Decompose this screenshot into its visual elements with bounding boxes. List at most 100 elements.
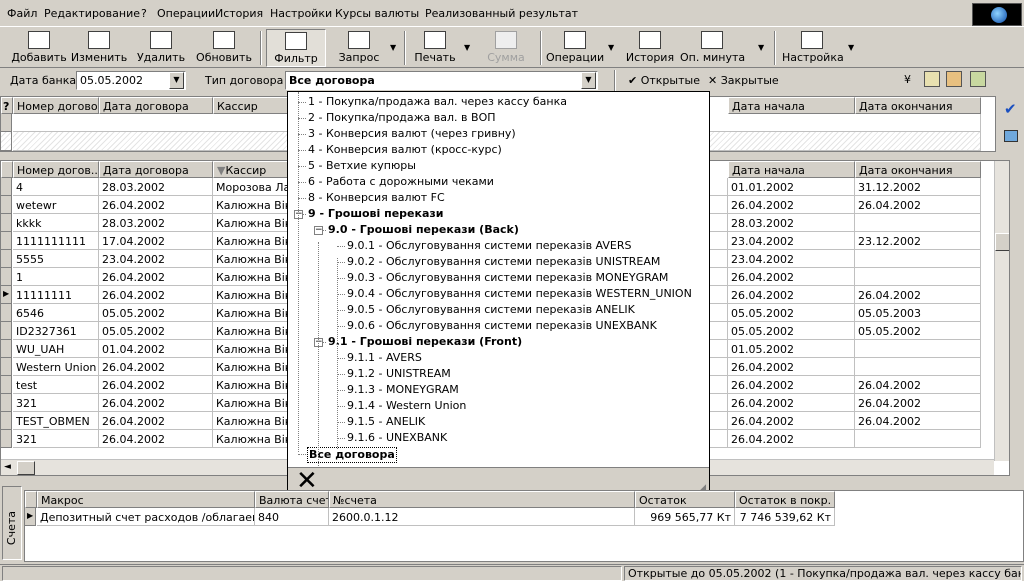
cell-contract-number[interactable]: 11111111 — [13, 286, 99, 304]
top-col-start-date[interactable]: Дата начала — [728, 97, 855, 114]
cell-start-date[interactable]: 26.04.2002 — [728, 286, 855, 304]
print-button[interactable]: Печать — [412, 29, 458, 67]
cell-contract-number[interactable]: TEST_OBMEN — [13, 412, 99, 430]
tree-node[interactable]: 9.1.4 - Western Union — [347, 399, 466, 413]
menu-edit[interactable]: Редактирование — [44, 7, 140, 20]
settings-button[interactable]: Настройка — [782, 29, 844, 67]
filter-button[interactable]: Фильтр — [266, 29, 326, 67]
cell-end-date[interactable] — [855, 340, 981, 358]
cell-start-date[interactable]: 26.04.2002 — [728, 268, 855, 286]
col-contract-number[interactable]: Номер догов... — [13, 161, 99, 178]
cell-contract-number[interactable]: 6546 — [13, 304, 99, 322]
tree-node[interactable]: 3 - Конверсия валют (через гривну) — [308, 127, 516, 141]
cell-end-date[interactable]: 23.12.2002 — [855, 232, 981, 250]
cell-end-date[interactable]: 26.04.2002 — [855, 376, 981, 394]
refresh-button[interactable]: Обновить — [195, 29, 253, 67]
tree-collapse-icon[interactable]: − — [314, 226, 323, 235]
scroll-left-icon[interactable]: ◄ — [4, 462, 11, 472]
tree-node[interactable]: 9.1.5 - ANELIK — [347, 415, 425, 429]
tree-node[interactable]: 2 - Покупка/продажа вал. в ВОП — [308, 111, 496, 125]
delete-button[interactable]: Удалить — [133, 29, 189, 67]
menu-operations[interactable]: Операции — [157, 7, 215, 20]
tree-node[interactable]: 9.0.1 - Обслуговування системи переказів… — [347, 239, 631, 253]
acc-cell-balance-cover[interactable]: 7 746 539,62 Кт — [735, 508, 835, 526]
cell-start-date[interactable]: 26.04.2002 — [728, 196, 855, 214]
clipboard-icon[interactable] — [970, 71, 986, 87]
tree-node[interactable]: 9.1.6 - UNEXBANK — [347, 431, 447, 445]
cell-contract-date[interactable]: 26.04.2002 — [99, 430, 213, 448]
tree-node[interactable]: 6 - Работа с дорожными чеками — [308, 175, 494, 189]
col-contract-date[interactable]: Дата договора — [99, 161, 213, 178]
cell-start-date[interactable]: 26.04.2002 — [728, 376, 855, 394]
tree-node[interactable]: 9.0 - Грошові перекази (Back) — [328, 223, 519, 237]
cell-contract-date[interactable]: 26.04.2002 — [99, 376, 213, 394]
cell-end-date[interactable] — [855, 214, 981, 232]
cell-contract-date[interactable]: 26.04.2002 — [99, 196, 213, 214]
top-col-contract-number[interactable]: Номер договора — [13, 97, 99, 114]
accounts-tab[interactable]: Счета — [2, 486, 22, 560]
acc-cell-macro[interactable]: Депозитный счет расходов /облагаемый/ — [37, 508, 255, 526]
tree-node[interactable]: 5 - Ветхие купюры — [308, 159, 416, 173]
apply-check-icon[interactable]: ✔ — [1004, 100, 1017, 118]
operations-dropdown-arrow[interactable]: ▼ — [608, 43, 614, 52]
tree-node[interactable]: 9.1.1 - AVERS — [347, 351, 422, 365]
cell-end-date[interactable]: 26.04.2002 — [855, 412, 981, 430]
edit-button[interactable]: Изменить — [70, 29, 128, 67]
collapse-icon[interactable]: ¥ — [904, 73, 911, 86]
menu-file[interactable]: Файл — [7, 7, 37, 20]
menu-realized-result[interactable]: Реализованный результат — [425, 7, 578, 20]
op-minute-button[interactable]: Оп. минута — [680, 29, 745, 67]
cell-contract-number[interactable]: 321 — [13, 430, 99, 448]
tree-node[interactable]: 9.0.6 - Обслуговування системи переказів… — [347, 319, 657, 333]
menu-history[interactable]: История — [215, 7, 263, 20]
acc-cell-currency[interactable]: 840 — [255, 508, 329, 526]
cell-contract-number[interactable]: 5555 — [13, 250, 99, 268]
cell-contract-date[interactable]: 26.04.2002 — [99, 394, 213, 412]
settings-dropdown-arrow[interactable]: ▼ — [848, 43, 854, 52]
top-col-end-date[interactable]: Дата окончания — [855, 97, 981, 114]
menu-settings[interactable]: Настройки — [270, 7, 332, 20]
closed-toggle[interactable]: ✕ Закрытые — [708, 74, 779, 87]
cell-contract-date[interactable]: 05.05.2002 — [99, 304, 213, 322]
tree-node[interactable]: 1 - Покупка/продажа вал. через кассу бан… — [308, 95, 567, 109]
tree-node[interactable]: 9 - Грошові перекази — [308, 207, 444, 221]
sum-button[interactable]: Сумма — [484, 29, 528, 67]
tree-node-all-contracts[interactable]: Все договора — [307, 447, 397, 463]
tree-node[interactable]: 9.0.4 - Обслуговування системи переказів… — [347, 287, 692, 301]
cell-contract-number[interactable]: 321 — [13, 394, 99, 412]
top-col-contract-date[interactable]: Дата договора — [99, 97, 213, 114]
col-start-date[interactable]: Дата начала — [728, 161, 855, 178]
operations-button[interactable]: Операции — [546, 29, 604, 67]
cell-contract-number[interactable]: 1111111111 — [13, 232, 99, 250]
tree-node[interactable]: 8 - Конверсия валют FC — [308, 191, 445, 205]
cell-start-date[interactable]: 26.04.2002 — [728, 394, 855, 412]
cell-contract-number[interactable]: kkkk — [13, 214, 99, 232]
eraser-icon[interactable] — [1004, 130, 1018, 142]
cell-contract-date[interactable]: 01.04.2002 — [99, 340, 213, 358]
vertical-scrollbar[interactable] — [994, 161, 1009, 461]
cell-end-date[interactable]: 26.04.2002 — [855, 394, 981, 412]
tree-node[interactable]: 9.0.5 - Обслуговування системи переказів… — [347, 303, 635, 317]
acc-col-currency[interactable]: Валюта счета — [255, 491, 329, 508]
cell-contract-date[interactable]: 26.04.2002 — [99, 412, 213, 430]
acc-col-balance-cover[interactable]: Остаток в покр. — [735, 491, 835, 508]
cell-start-date[interactable]: 05.05.2002 — [728, 304, 855, 322]
cell-contract-number[interactable]: 4 — [13, 178, 99, 196]
cell-start-date[interactable]: 23.04.2002 — [728, 232, 855, 250]
cell-end-date[interactable]: 26.04.2002 — [855, 286, 981, 304]
acc-cell-account-number[interactable]: 2600.0.1.12 — [329, 508, 635, 526]
cell-contract-number[interactable]: test — [13, 376, 99, 394]
tree-node[interactable]: 9.1.3 - MONEYGRAM — [347, 383, 459, 397]
cell-start-date[interactable]: 26.04.2002 — [728, 412, 855, 430]
print-dropdown-arrow[interactable]: ▼ — [464, 43, 470, 52]
tree-node[interactable]: 9.0.2 - Обслуговування системи переказів… — [347, 255, 660, 269]
cell-end-date[interactable] — [855, 268, 981, 286]
menu-exchange-rates[interactable]: Курсы валюты — [335, 7, 419, 20]
menu-help[interactable]: ? — [141, 7, 147, 20]
cell-contract-date[interactable]: 26.04.2002 — [99, 268, 213, 286]
cell-end-date[interactable]: 26.04.2002 — [855, 196, 981, 214]
contract-type-dropdown-arrow[interactable]: ▼ — [581, 72, 596, 89]
cell-end-date[interactable] — [855, 250, 981, 268]
h-scrollbar-thumb[interactable] — [17, 461, 35, 475]
cell-contract-number[interactable]: ID2327361 — [13, 322, 99, 340]
